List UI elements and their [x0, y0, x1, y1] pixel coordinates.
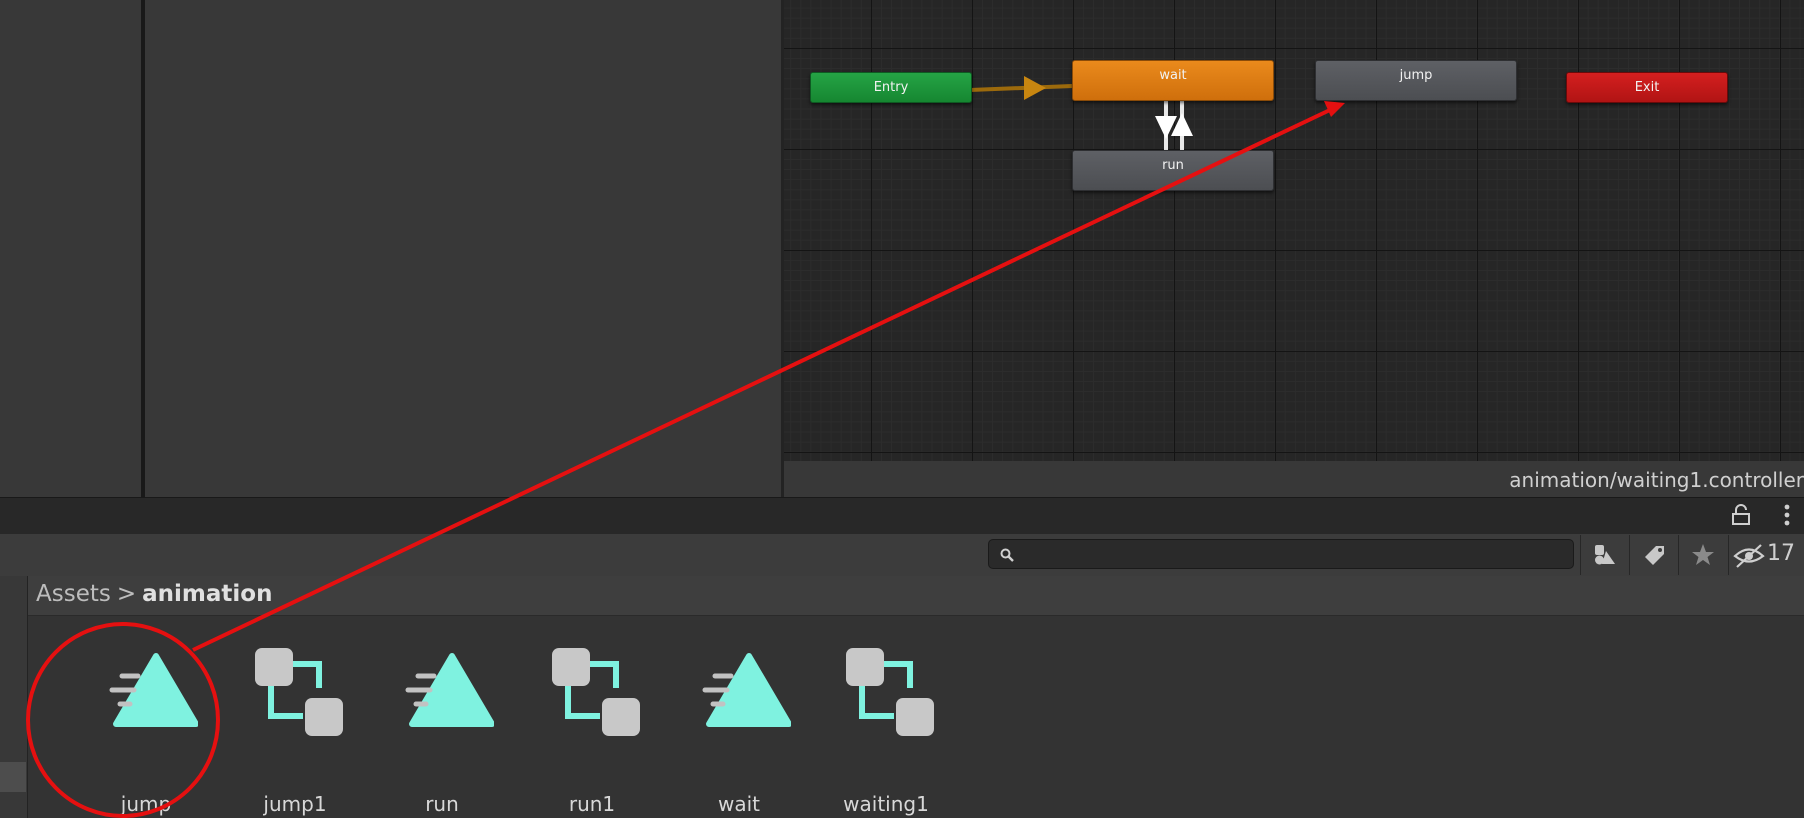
animator-graph[interactable]	[784, 0, 1804, 461]
star-icon	[1692, 544, 1714, 565]
state-run[interactable]: run	[1072, 150, 1274, 191]
asset-label: jump	[120, 792, 172, 816]
animator-controller-icon	[846, 648, 934, 736]
project-window-header	[0, 497, 1804, 534]
hidden-packages-count: 17	[1767, 541, 1795, 566]
animation-clip-icon	[109, 653, 198, 727]
animation-clip-icon	[405, 653, 494, 727]
asset-label: run1	[568, 792, 616, 816]
search-by-type-button[interactable]	[1580, 535, 1629, 575]
favorites-button[interactable]	[1678, 535, 1727, 575]
folder-tree-selected-item[interactable]	[0, 762, 26, 792]
search-by-label-button[interactable]	[1629, 535, 1678, 575]
state-wait[interactable]: wait	[1072, 60, 1274, 101]
animation-clip-icon	[702, 653, 791, 727]
tag-icon	[1645, 546, 1664, 565]
graph-transitions	[969, 76, 1193, 150]
lock-icon[interactable]	[1730, 504, 1752, 526]
breadcrumb-animation[interactable]: animation	[142, 581, 272, 607]
shapes-icon	[1595, 545, 1615, 565]
asset-grid: jump jump1 run run1 wait waiting1	[28, 616, 1804, 818]
animator-controller-icon	[552, 648, 640, 736]
controller-path: animation/waiting1.controller	[1509, 468, 1804, 492]
transition-arrow-icon	[1024, 76, 1046, 100]
state-jump[interactable]: jump	[1315, 60, 1517, 101]
asset-label: run	[425, 792, 459, 816]
breadcrumb: Assets > animation	[28, 576, 1804, 616]
layers-panel	[145, 0, 781, 497]
state-entry[interactable]: Entry	[810, 72, 972, 103]
breadcrumb-assets[interactable]: Assets	[36, 581, 111, 607]
asset-label: waiting1	[843, 792, 929, 816]
search-input[interactable]	[988, 539, 1574, 569]
more-options-icon[interactable]	[1780, 502, 1794, 528]
breadcrumb-separator: >	[116, 581, 137, 607]
hierarchy-panel	[0, 0, 141, 497]
hidden-packages-button[interactable]: 17	[1728, 535, 1804, 575]
asset-label: wait	[717, 792, 760, 816]
state-exit[interactable]: Exit	[1566, 72, 1728, 103]
search-icon	[1000, 548, 1014, 562]
asset-label: jump1	[263, 792, 327, 816]
transition-entry-wait	[969, 84, 1073, 92]
animator-controller-icon	[255, 648, 343, 736]
eye-hidden-icon	[1733, 544, 1765, 568]
